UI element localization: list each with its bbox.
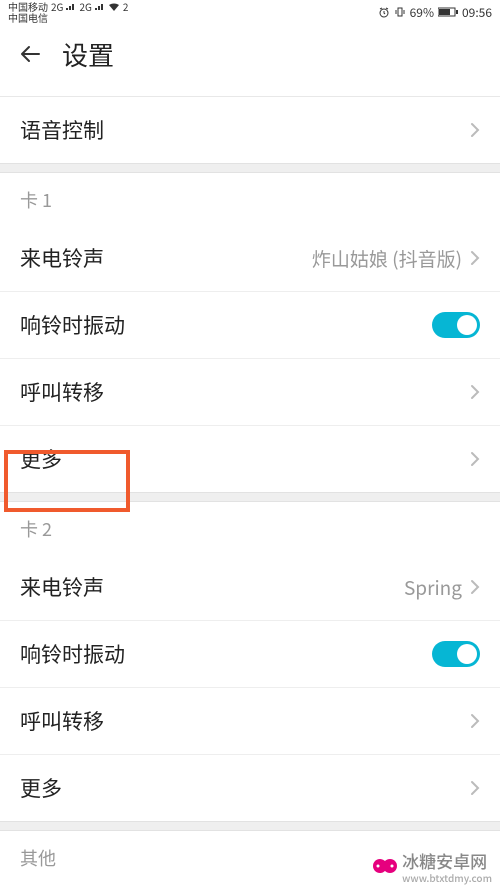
status-left: 中国移动 2G 2G 2 中国电信: [8, 1, 128, 23]
card1-forward-row[interactable]: 呼叫转移: [0, 358, 500, 425]
card1-vibrate-row[interactable]: 响铃时振动: [0, 291, 500, 358]
chevron-right-icon: [470, 122, 480, 138]
battery-percent: 69%: [410, 4, 434, 21]
wifi-icon: [108, 2, 120, 12]
page-title: 设置: [62, 36, 114, 73]
back-button[interactable]: [18, 42, 42, 66]
card2-forward-row[interactable]: 呼叫转移: [0, 687, 500, 754]
card2-more-label: 更多: [20, 773, 62, 803]
card2-ringtone-row[interactable]: 来电铃声 Spring: [0, 554, 500, 620]
card2-forward-label: 呼叫转移: [20, 706, 104, 736]
signal-icon-2: [95, 3, 105, 11]
chevron-right-icon: [470, 451, 480, 467]
network-2: 2G: [79, 1, 91, 12]
card1-ringtone-value: 炸山姑娘 (抖音版): [312, 245, 462, 272]
clock: 09:56: [462, 4, 492, 21]
carrier-2: 中国电信: [8, 12, 48, 23]
network-1: 2G: [51, 1, 63, 12]
chevron-right-icon: [470, 250, 480, 266]
card1-more-row[interactable]: 更多: [0, 425, 500, 492]
card1-ringtone-label: 来电铃声: [20, 243, 104, 273]
watermark: 冰糖安卓网 www.btxtdmy.com: [372, 848, 492, 883]
voice-control-label: 语音控制: [20, 115, 104, 145]
voice-control-row[interactable]: 语音控制: [0, 97, 500, 163]
card2-ringtone-label: 来电铃声: [20, 572, 104, 602]
card2-vibrate-row[interactable]: 响铃时振动: [0, 620, 500, 687]
card1-header: 卡 1: [0, 173, 500, 225]
vibrate-icon: [394, 6, 406, 18]
wifi-exp: 2: [123, 1, 129, 12]
card2-vibrate-label: 响铃时振动: [20, 639, 125, 669]
chevron-right-icon: [470, 713, 480, 729]
chevron-right-icon: [470, 384, 480, 400]
card2-more-row[interactable]: 更多: [0, 754, 500, 821]
card2-header: 卡 2: [0, 502, 500, 554]
card1-forward-label: 呼叫转移: [20, 377, 104, 407]
card1-more-label: 更多: [20, 444, 62, 474]
watermark-logo-icon: [372, 857, 398, 875]
battery-icon: [438, 7, 458, 17]
header-bar: 设置: [0, 28, 500, 80]
card1-ringtone-row[interactable]: 来电铃声 炸山姑娘 (抖音版): [0, 225, 500, 291]
card1-vibrate-label: 响铃时振动: [20, 310, 125, 340]
signal-icon-1: [66, 3, 76, 11]
alarm-icon: [378, 6, 390, 18]
chevron-right-icon: [470, 579, 480, 595]
chevron-right-icon: [470, 780, 480, 796]
status-right: 69% 09:56: [378, 4, 492, 21]
watermark-sub: www.btxtdmy.com: [402, 873, 492, 883]
card2-ringtone-value: Spring: [404, 574, 462, 601]
card2-vibrate-toggle[interactable]: [432, 641, 480, 667]
status-bar: 中国移动 2G 2G 2 中国电信 69% 09:56: [0, 0, 500, 24]
card1-vibrate-toggle[interactable]: [432, 312, 480, 338]
